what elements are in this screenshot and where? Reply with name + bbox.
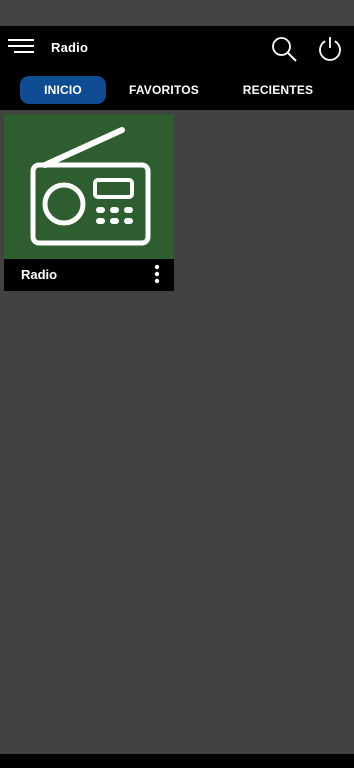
navigation-bar [0,754,354,768]
station-image [4,114,174,259]
station-title: Radio [21,267,58,282]
power-icon[interactable] [318,36,342,62]
radio-icon [30,127,151,246]
tab-recientes[interactable]: RECIENTES [234,76,322,104]
tab-inicio[interactable]: INICIO [20,76,106,104]
search-icon[interactable] [271,36,297,62]
more-vert-icon[interactable] [150,264,164,284]
page-title: Radio [51,40,89,55]
app-bar: Radio [0,26,354,70]
tab-favoritos[interactable]: FAVORITOS [118,76,210,104]
tab-bar: INICIO FAVORITOS RECIENTES [0,70,354,110]
status-bar [0,0,354,26]
hamburger-menu-icon[interactable] [8,37,34,57]
station-card[interactable]: Radio [4,114,174,291]
